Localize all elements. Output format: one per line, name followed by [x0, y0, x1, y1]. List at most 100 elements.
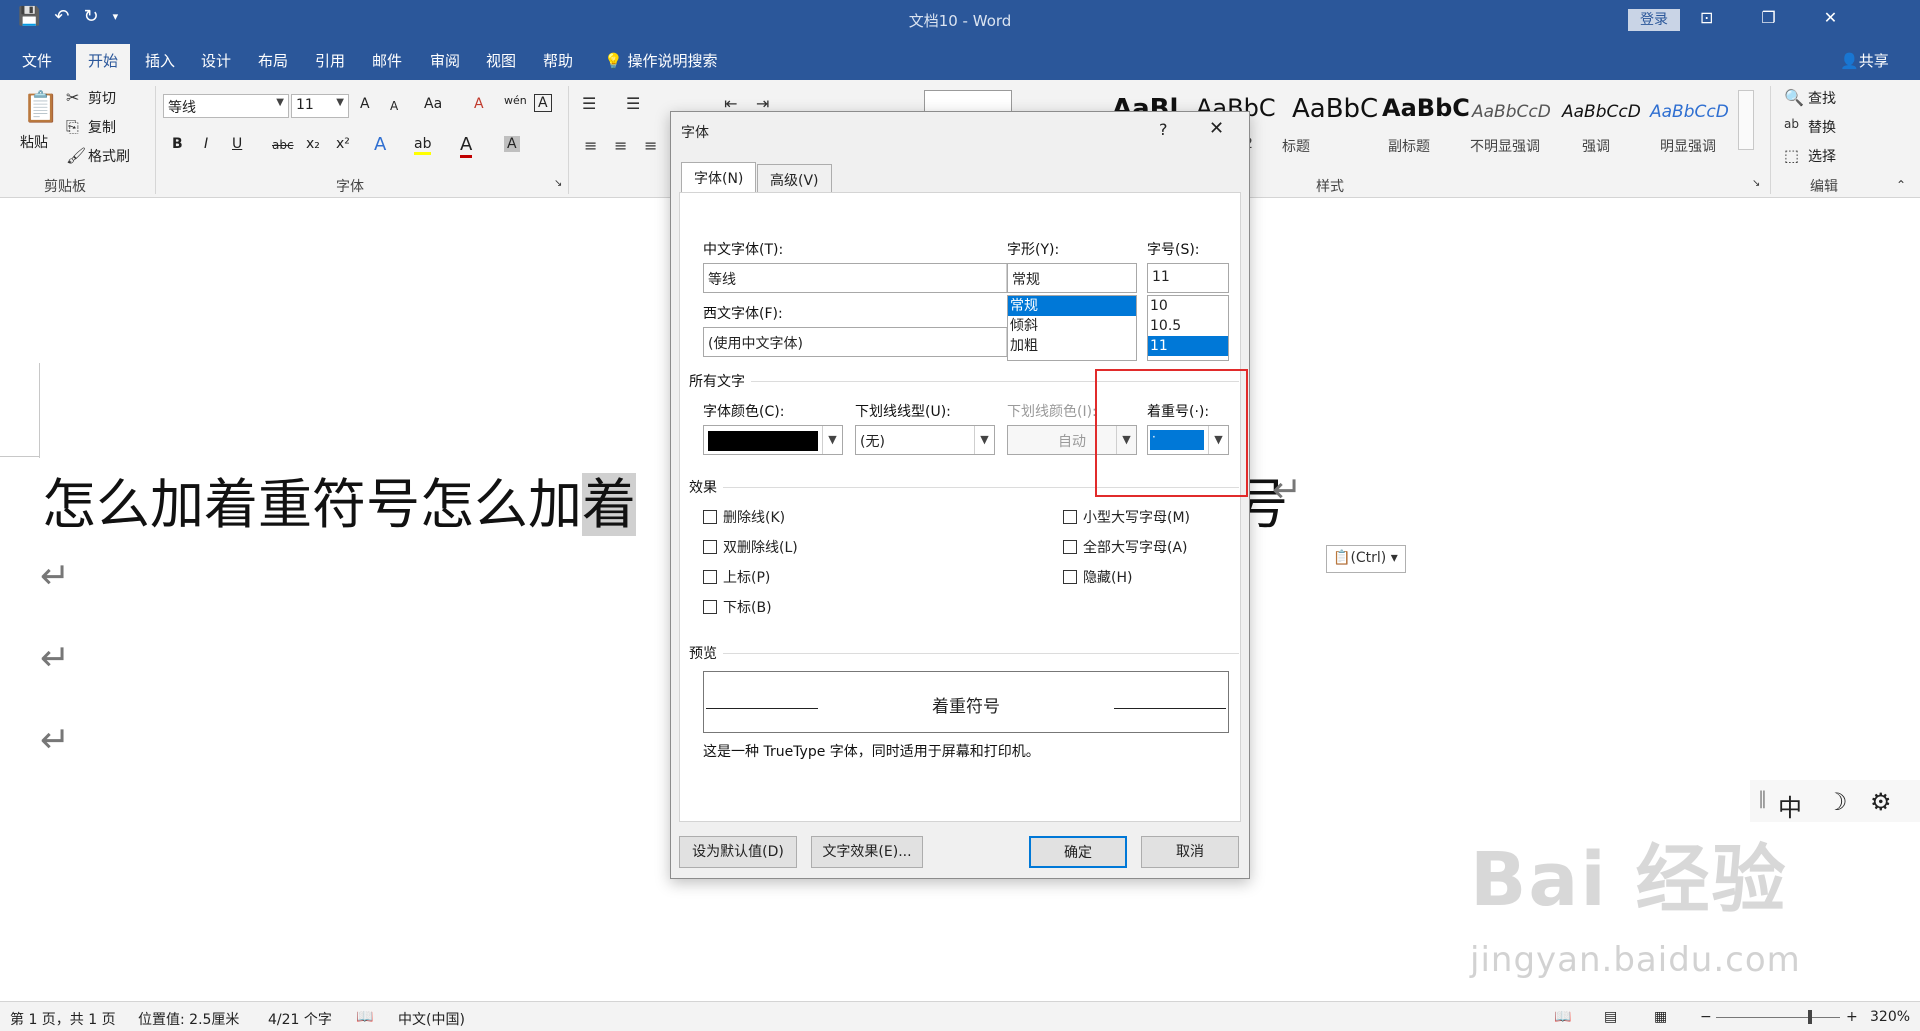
- chevron-down-icon[interactable]: ▼: [974, 426, 994, 454]
- tell-me-search[interactable]: 💡 操作说明搜索: [604, 50, 717, 71]
- font-launcher-icon[interactable]: ↘: [554, 178, 562, 189]
- select-button[interactable]: 选择: [1808, 146, 1836, 166]
- checkbox-box[interactable]: [1063, 540, 1077, 554]
- checkbox-box[interactable]: [1063, 510, 1077, 524]
- web-layout-icon[interactable]: ▦: [1654, 1009, 1667, 1025]
- gear-icon[interactable]: ⚙: [1870, 788, 1892, 816]
- subscript-button[interactable]: x₂: [306, 136, 320, 152]
- help-icon[interactable]: ?: [1159, 120, 1168, 139]
- restore-icon[interactable]: ❐: [1761, 8, 1775, 27]
- bullets-icon[interactable]: ☰: [582, 94, 596, 113]
- collapse-ribbon-icon[interactable]: ⌃: [1896, 178, 1906, 192]
- list-item[interactable]: 11: [1148, 336, 1228, 356]
- zoom-out-icon[interactable]: −: [1700, 1009, 1712, 1025]
- char-shading-button[interactable]: A: [504, 136, 520, 152]
- close-icon[interactable]: ✕: [1824, 8, 1837, 27]
- strikethrough-checkbox[interactable]: 删除线(K): [703, 507, 785, 527]
- align-left-icon[interactable]: ≡: [584, 136, 597, 155]
- set-default-button[interactable]: 设为默认值(D): [679, 836, 797, 868]
- word-count[interactable]: 4/21 个字: [268, 1009, 332, 1029]
- phonetic-guide-button[interactable]: wén: [504, 94, 527, 107]
- format-painter-button[interactable]: 格式刷: [88, 146, 130, 166]
- font-style-input[interactable]: 常规: [1007, 263, 1137, 293]
- copy-button[interactable]: 复制: [88, 117, 116, 137]
- font-style-list[interactable]: 常规 倾斜 加粗: [1007, 295, 1137, 361]
- text-effects-button[interactable]: A: [374, 134, 386, 155]
- tab-review[interactable]: 审阅: [430, 50, 460, 71]
- checkbox-box[interactable]: [703, 510, 717, 524]
- enclose-char-button[interactable]: A: [534, 94, 552, 112]
- paste-icon[interactable]: 📋: [22, 90, 59, 125]
- list-item[interactable]: 加粗: [1008, 336, 1136, 356]
- tab-view[interactable]: 视图: [486, 50, 516, 71]
- western-font-combo[interactable]: (使用中文字体)▼: [703, 327, 1027, 357]
- ime-chinese-toggle[interactable]: 中: [1778, 788, 1802, 823]
- moon-icon[interactable]: ☽: [1826, 788, 1848, 816]
- paste-options-button[interactable]: 📋(Ctrl) ▾: [1326, 545, 1406, 573]
- list-item[interactable]: 10.5: [1148, 316, 1228, 336]
- font-size-combo[interactable]: 11 ▼: [291, 94, 349, 118]
- paste-button[interactable]: 粘贴: [20, 132, 48, 152]
- document-text-line[interactable]: 怎么加着重符号怎么加着: [42, 460, 636, 539]
- small-caps-checkbox[interactable]: 小型大写字母(M): [1063, 507, 1190, 527]
- signin-button[interactable]: 登录: [1628, 9, 1680, 31]
- chinese-font-combo[interactable]: 等线▼: [703, 263, 1027, 293]
- list-item[interactable]: 10: [1148, 296, 1228, 316]
- font-size-input[interactable]: 11: [1147, 263, 1229, 293]
- numbering-icon[interactable]: ☰: [626, 94, 640, 113]
- find-button[interactable]: 查找: [1808, 88, 1836, 108]
- print-layout-icon[interactable]: ▤: [1604, 1009, 1617, 1025]
- styles-launcher-icon[interactable]: ↘: [1752, 178, 1760, 189]
- ok-button[interactable]: 确定: [1029, 836, 1127, 868]
- zoom-slider-thumb[interactable]: [1808, 1010, 1812, 1024]
- tab-help[interactable]: 帮助: [543, 50, 573, 71]
- list-item[interactable]: 常规: [1008, 296, 1136, 316]
- page-count[interactable]: 第 1 页，共 1 页: [10, 1009, 116, 1029]
- share-button[interactable]: 👤共享: [1840, 50, 1889, 71]
- zoom-level[interactable]: 320%: [1870, 1009, 1910, 1025]
- bold-button[interactable]: B: [172, 136, 183, 152]
- tab-advanced[interactable]: 高级(V): [757, 164, 832, 192]
- tab-layout[interactable]: 布局: [258, 50, 288, 71]
- font-color-button[interactable]: A: [460, 134, 473, 158]
- tab-file[interactable]: 文件: [22, 50, 52, 71]
- tab-references[interactable]: 引用: [315, 50, 345, 71]
- align-center-icon[interactable]: ≡: [614, 136, 627, 155]
- checkbox-box[interactable]: [703, 570, 717, 584]
- checkbox-box[interactable]: [703, 540, 717, 554]
- hidden-checkbox[interactable]: 隐藏(H): [1063, 567, 1132, 587]
- double-strikethrough-checkbox[interactable]: 双删除线(L): [703, 537, 798, 557]
- change-case-button[interactable]: Aa: [424, 96, 442, 112]
- superscript-checkbox[interactable]: 上标(P): [703, 567, 770, 587]
- zoom-in-icon[interactable]: +: [1846, 1009, 1858, 1025]
- tab-design[interactable]: 设计: [201, 50, 231, 71]
- highlight-button[interactable]: ab: [414, 136, 432, 155]
- strikethrough-button[interactable]: abc: [272, 138, 294, 152]
- font-name-combo[interactable]: 等线 ▼: [163, 94, 289, 118]
- align-right-icon[interactable]: ≡: [644, 136, 657, 155]
- ribbon-display-icon[interactable]: ⊡: [1700, 8, 1713, 27]
- italic-button[interactable]: I: [204, 136, 208, 152]
- language-indicator[interactable]: 中文(中国): [398, 1009, 465, 1029]
- clear-format-button[interactable]: A: [474, 96, 484, 112]
- grow-font-button[interactable]: A: [360, 96, 370, 112]
- superscript-button[interactable]: x²: [336, 136, 350, 152]
- font-color-combo[interactable]: ▼: [703, 425, 843, 455]
- shrink-font-button[interactable]: A: [390, 99, 398, 113]
- underline-button[interactable]: U: [232, 136, 242, 152]
- all-caps-checkbox[interactable]: 全部大写字母(A): [1063, 537, 1188, 557]
- subscript-checkbox[interactable]: 下标(B): [703, 597, 772, 617]
- checkbox-box[interactable]: [703, 600, 717, 614]
- styles-scroll[interactable]: [1738, 90, 1754, 150]
- close-icon[interactable]: ✕: [1209, 118, 1224, 139]
- cut-button[interactable]: 剪切: [88, 88, 116, 108]
- checkbox-box[interactable]: [1063, 570, 1077, 584]
- replace-button[interactable]: 替换: [1808, 117, 1836, 137]
- tab-mailings[interactable]: 邮件: [372, 50, 402, 71]
- tab-home[interactable]: 开始: [76, 44, 131, 80]
- cancel-button[interactable]: 取消: [1141, 836, 1239, 868]
- read-mode-icon[interactable]: 📖: [1554, 1009, 1571, 1025]
- chevron-down-icon[interactable]: ▼: [822, 426, 842, 454]
- proofing-icon[interactable]: 📖: [356, 1009, 373, 1025]
- list-item[interactable]: 倾斜: [1008, 316, 1136, 336]
